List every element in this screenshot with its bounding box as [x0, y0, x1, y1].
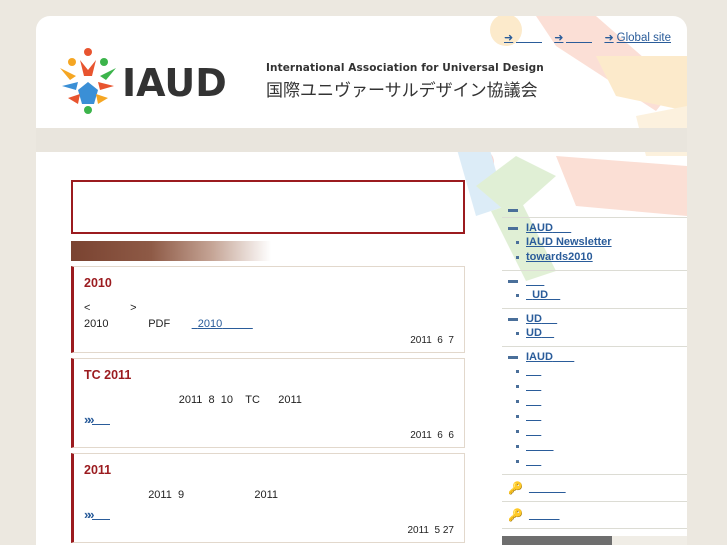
dash-icon: [508, 355, 518, 359]
people-figures-logo-icon: [60, 48, 116, 114]
iaud-logo[interactable]: IAUD: [56, 46, 246, 116]
sidebar-heading[interactable]: [508, 274, 687, 288]
sidebar-heading[interactable]: [508, 209, 687, 212]
bullet-icon: [516, 460, 519, 463]
sidebar-section: IAUD IAUD Newsletter towards2010: [502, 218, 687, 271]
sidebar-section: UD UD: [502, 309, 687, 347]
key-link[interactable]: 🔑: [502, 475, 687, 502]
news-body: 2011 8 10 TC 2011: [178, 394, 302, 406]
bullet-icon: [516, 415, 519, 418]
sidebar-heading[interactable]: UD: [508, 312, 687, 326]
sidebar-heading[interactable]: IAUD: [508, 221, 687, 235]
bullet-icon: [516, 332, 519, 335]
double-chevron-icon: »»: [84, 507, 95, 522]
sidebar-section: [502, 206, 687, 218]
news-title: 2010: [84, 276, 112, 290]
key-icon: 🔑: [508, 508, 523, 522]
org-name-ja: 国際ユニヴァーサルデザイン協議会: [266, 81, 538, 101]
arrow-right-icon: ➜: [604, 32, 614, 44]
key-icon: 🔑: [508, 481, 523, 495]
bullet-icon: [516, 241, 519, 244]
news-body: 2011 9 2011: [148, 489, 279, 501]
sidebar-section: IAUD: [502, 347, 687, 475]
news-date: 2011 6 7: [410, 335, 454, 346]
top-links: ➜ ➜ ➜ Global site: [504, 31, 671, 45]
double-chevron-icon: »»: [84, 412, 95, 427]
news-item: TC 2011 2011 8 10 TC 2011 »» 2011 6 6: [71, 358, 465, 448]
arrow-right-icon: ➜: [554, 32, 564, 44]
sidebar-item[interactable]: [516, 379, 687, 394]
main-navbar: [36, 128, 687, 152]
arrow-right-icon: ➜: [504, 32, 514, 44]
sidebar-item[interactable]: [516, 424, 687, 439]
org-name-block: International Association for Universal …: [266, 62, 544, 101]
key-link[interactable]: 🔑: [502, 502, 687, 529]
dash-icon: [508, 317, 518, 321]
bullet-icon: [516, 430, 519, 433]
sidebar-item[interactable]: UD: [516, 326, 687, 341]
read-more-link[interactable]: »»: [84, 507, 454, 522]
sidebar-item[interactable]: towards2010: [516, 250, 687, 265]
sidebar-heading[interactable]: IAUD: [508, 350, 687, 364]
global-site-label: Global site: [616, 31, 671, 44]
news-title: TC 2011: [84, 368, 132, 382]
sidebar-item[interactable]: UD: [516, 288, 687, 303]
news-item: 2010 < > 2010 PDF 2010 2011 6 7: [71, 266, 465, 353]
sidebar-section: UD: [502, 271, 687, 309]
sidebar-item[interactable]: [516, 409, 687, 424]
sidebar: IAUD IAUD Newsletter towards2010 UD UD U…: [502, 206, 687, 529]
dash-icon: [508, 226, 518, 230]
news-body: < > 2010 PDF 2010: [84, 300, 454, 332]
dash-icon: [508, 209, 518, 212]
bullet-icon: [516, 445, 519, 448]
news-date: 2011 6 6: [410, 430, 454, 441]
sidebar-bottom-tab[interactable]: [502, 536, 612, 545]
sidebar-item[interactable]: [516, 454, 687, 469]
top-link-2[interactable]: ➜: [554, 31, 593, 44]
news-date: 2011 5 27: [407, 525, 454, 536]
sidebar-item[interactable]: [516, 439, 687, 454]
bullet-icon: [516, 370, 519, 373]
org-name-en: International Association for Universal …: [266, 62, 544, 74]
feature-banner-box: [71, 180, 465, 234]
news-item: 2011 2011 9 2011 »» 2011 5 27: [71, 453, 465, 543]
dash-icon: [508, 279, 518, 283]
site-header: IAUD International Association for Unive…: [36, 16, 687, 126]
bullet-icon: [516, 256, 519, 259]
bullet-icon: [516, 294, 519, 297]
bullet-icon: [516, 400, 519, 403]
read-more-link[interactable]: »»: [84, 412, 454, 427]
iaud-wordmark: IAUD: [122, 61, 227, 105]
news-title: 2011: [84, 463, 112, 477]
page-container: IAUD International Association for Unive…: [36, 16, 687, 545]
section-header-bar: [71, 241, 271, 261]
main-content: 2010 < > 2010 PDF 2010 2011 6 7 TC 2011 …: [71, 180, 465, 543]
sidebar-item[interactable]: [516, 394, 687, 409]
sidebar-item[interactable]: [516, 364, 687, 379]
global-site-link[interactable]: ➜ Global site: [604, 31, 671, 45]
sidebar-item[interactable]: IAUD Newsletter: [516, 235, 687, 250]
newsletter-pdf-link[interactable]: 2010: [192, 316, 253, 332]
bullet-icon: [516, 385, 519, 388]
top-link-1[interactable]: ➜: [504, 31, 543, 44]
sidebar-bottom-tab-2[interactable]: [612, 536, 687, 545]
